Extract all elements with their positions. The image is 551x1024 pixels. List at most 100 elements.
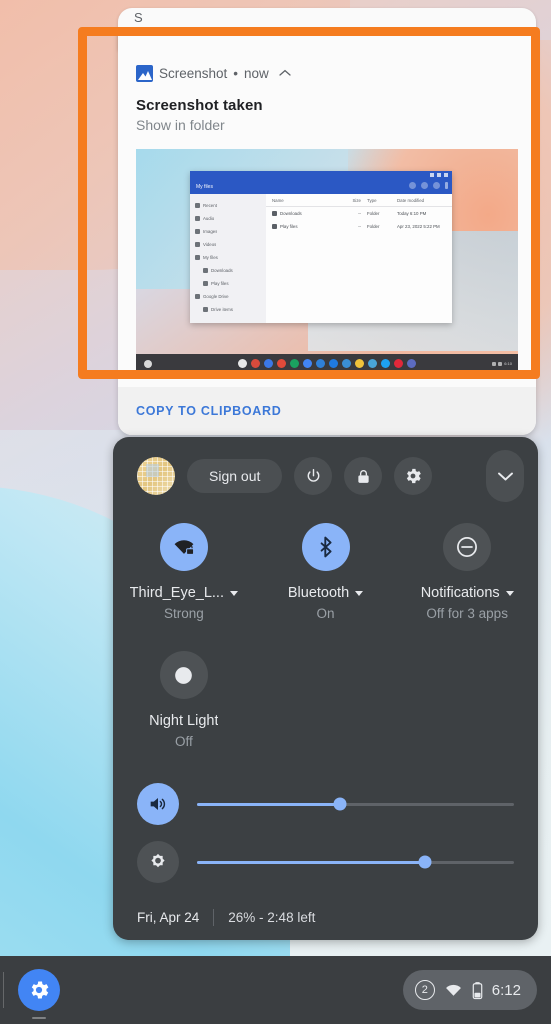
tile-empty-1: [255, 651, 397, 749]
thumbnail-sidebar-item: Videos: [195, 238, 266, 251]
folder-icon: [195, 255, 200, 260]
clock[interactable]: 6:12: [492, 982, 521, 999]
collapse-panel-button[interactable]: [486, 450, 524, 502]
thumbnail-app-icon: [394, 359, 403, 368]
sign-out-button[interactable]: Sign out: [187, 459, 283, 493]
tile-notifications-label-row: Notifications: [421, 585, 514, 601]
tile-bluetooth[interactable]: Bluetooth On: [255, 523, 397, 621]
image-icon: [136, 64, 153, 82]
notification-card-screenshot[interactable]: Screenshot • now Screenshot taken Show i…: [118, 30, 536, 435]
thumbnail-sidebar-item: Google Drive: [195, 290, 266, 303]
status-area[interactable]: 2 6:12: [402, 970, 537, 1010]
thumbnail-wifi-icon: [492, 361, 497, 366]
cell-type: Folder: [367, 224, 380, 229]
notification-count-badge[interactable]: 2: [414, 980, 435, 1000]
volume-slider-fill: [197, 802, 340, 806]
tile-wifi-label-row: Third_Eye_L...: [130, 585, 238, 601]
settings-gear-icon[interactable]: [18, 969, 60, 1011]
thumbnail-files-window: My files Recent Audio Images Videos My files…: [190, 171, 452, 323]
thumbnail-app-icon: [251, 359, 260, 368]
battery-icon[interactable]: [472, 981, 483, 1000]
thumbnail-app-icon: [342, 359, 351, 368]
settings-button[interactable]: [394, 457, 433, 495]
volume-slider[interactable]: [197, 797, 514, 811]
lock-button[interactable]: [344, 457, 383, 495]
notification-subtitle[interactable]: Show in folder: [118, 114, 536, 133]
volume-slider-knob[interactable]: [333, 797, 347, 811]
thumbnail-sidebar: Recent Audio Images Videos My files Downloads…: [190, 194, 266, 323]
thumbnail-window-title: My files: [196, 183, 213, 190]
cell-date: Today 6:10 PM: [397, 211, 427, 216]
volume-icon[interactable]: [137, 783, 179, 825]
brightness-slider-fill: [197, 860, 426, 864]
brightness-slider[interactable]: [197, 855, 514, 869]
tile-wifi[interactable]: Third_Eye_L... Strong: [113, 523, 255, 621]
moon-icon: [159, 651, 208, 699]
thumbnail-app-icon: [290, 359, 299, 368]
thumbnail-app-icon: [381, 359, 390, 368]
chevron-down-icon[interactable]: [229, 590, 238, 596]
thumbnail-sidebar-item: Play files: [195, 277, 266, 290]
tile-night-light[interactable]: Night Light Off: [113, 651, 255, 749]
drive-icon: [203, 307, 208, 312]
thumbnail-status-area: 6:10: [492, 361, 512, 366]
date-label[interactable]: Fri, Apr 24: [137, 910, 199, 925]
view-toggle-icon: [421, 182, 428, 189]
chevron-down-icon[interactable]: [505, 590, 514, 596]
thumbnail-sidebar-label: Images: [203, 229, 218, 234]
thumbnail-titlebar-icons: [409, 182, 448, 189]
thumbnail-sidebar-label: My files: [203, 255, 218, 260]
thumbnail-sidebar-label: Drive items: [211, 307, 233, 312]
battery-status-label[interactable]: 26% - 2:48 left: [228, 910, 315, 925]
notification-partial-text: S: [134, 10, 143, 25]
thumbnail-clock: 6:10: [504, 361, 512, 366]
desktop: S Screenshot • now Screenshot taken Show…: [0, 0, 551, 1024]
wifi-icon[interactable]: [444, 983, 463, 998]
table-row: Downloads -- Folder Today 6:10 PM: [266, 207, 452, 220]
tile-notifications-status: Off for 3 apps: [426, 606, 508, 621]
tile-bluetooth-status: On: [316, 606, 335, 621]
thumbnail-app-icon: [368, 359, 377, 368]
shelf: 2 6:12: [0, 956, 551, 1024]
tile-bluetooth-label: Bluetooth: [287, 585, 350, 601]
clock-icon: [195, 203, 200, 208]
tile-notifications-label: Notifications: [420, 585, 500, 601]
brightness-slider-row: [113, 833, 538, 891]
download-icon: [203, 268, 208, 273]
notification-thumbnail[interactable]: My files Recent Audio Images Videos My files…: [136, 149, 518, 373]
chevron-down-icon[interactable]: [355, 590, 364, 596]
quick-settings-top-row: Sign out: [113, 437, 538, 515]
notification-separator: •: [233, 65, 239, 81]
minimize-icon: [430, 173, 434, 177]
power-button[interactable]: [294, 457, 333, 495]
thumbnail-app-icon: [238, 359, 247, 368]
table-row: Play files -- Folder Apr 23, 2022 5:22 PM: [266, 220, 452, 233]
bluetooth-icon: [301, 523, 350, 571]
chevron-up-icon[interactable]: [278, 66, 292, 80]
notification-timestamp: now: [244, 65, 269, 81]
avatar[interactable]: [137, 457, 175, 495]
thumbnail-window-caption: [190, 171, 452, 179]
notification-app-name: Screenshot: [159, 65, 228, 81]
thumbnail-shelf: 6:10: [136, 354, 518, 373]
thumbnail-app-icon: [316, 359, 325, 368]
thumbnail-column-headers: Name Size Type Date modified: [266, 198, 452, 207]
thumbnail-file-list: Name Size Type Date modified Downloads --…: [266, 194, 452, 323]
menu-icon: [445, 182, 448, 189]
thumbnail-rows: Downloads -- Folder Today 6:10 PM Play files…: [266, 207, 452, 233]
copy-to-clipboard-button[interactable]: COPY TO CLIPBOARD: [136, 404, 281, 418]
brightness-icon[interactable]: [137, 841, 179, 883]
play-icon: [203, 281, 208, 286]
thumbnail-app-icon: [303, 359, 312, 368]
brightness-slider-knob[interactable]: [418, 855, 432, 869]
drive-icon: [195, 294, 200, 299]
thumbnail-window-body: Recent Audio Images Videos My files Downloads…: [190, 194, 452, 323]
tile-notifications[interactable]: Notifications Off for 3 apps: [396, 523, 538, 621]
volume-slider-row: [113, 775, 538, 833]
column-size: Size: [352, 198, 361, 203]
tile-bluetooth-label-row: Bluetooth: [287, 585, 364, 601]
cell-type: Folder: [367, 211, 380, 216]
thumbnail-launcher-icon: [144, 359, 152, 368]
folder-icon: [272, 224, 277, 229]
thumbnail-app-icon: [277, 359, 286, 368]
